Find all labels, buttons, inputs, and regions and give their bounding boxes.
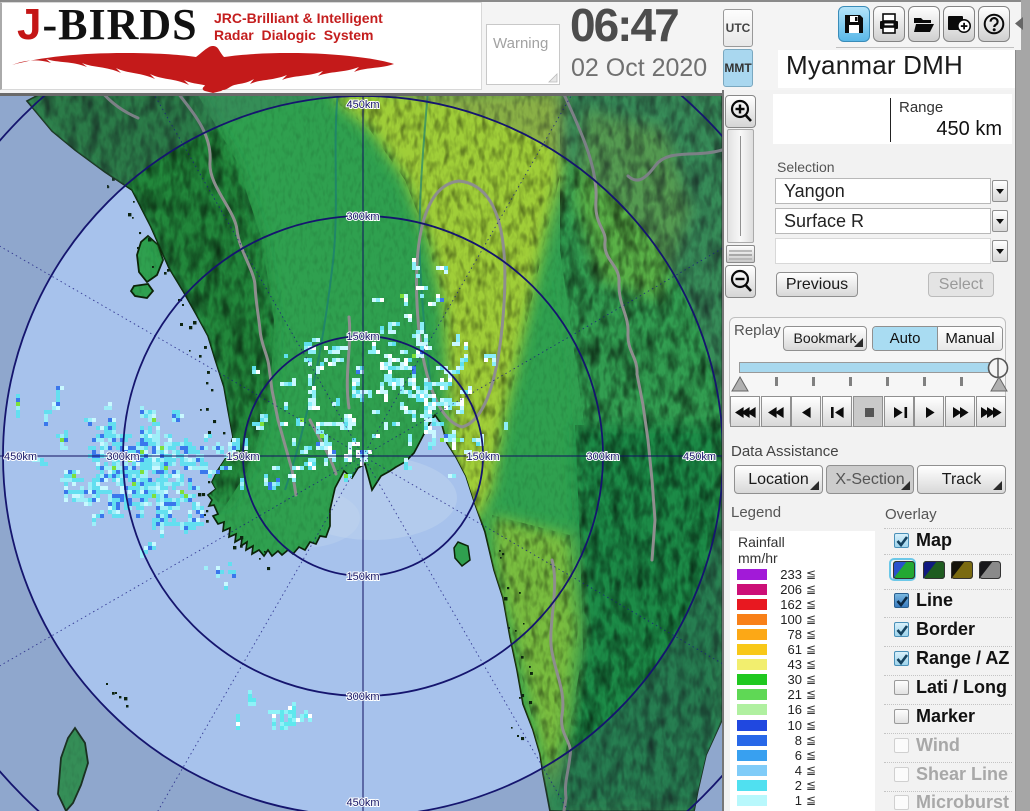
svg-text:450km: 450km <box>4 451 37 463</box>
svg-text:300km: 300km <box>346 691 379 703</box>
svg-text:450km: 450km <box>683 451 716 463</box>
svg-text:300km: 300km <box>346 211 379 223</box>
svg-text:150km: 150km <box>466 451 499 463</box>
svg-text:150km: 150km <box>226 451 259 463</box>
svg-text:150km: 150km <box>346 571 379 583</box>
svg-text:450km: 450km <box>346 797 379 809</box>
svg-text:150km: 150km <box>346 331 379 343</box>
svg-text:300km: 300km <box>586 451 619 463</box>
svg-text:450km: 450km <box>346 99 379 111</box>
svg-text:300km: 300km <box>106 451 139 463</box>
